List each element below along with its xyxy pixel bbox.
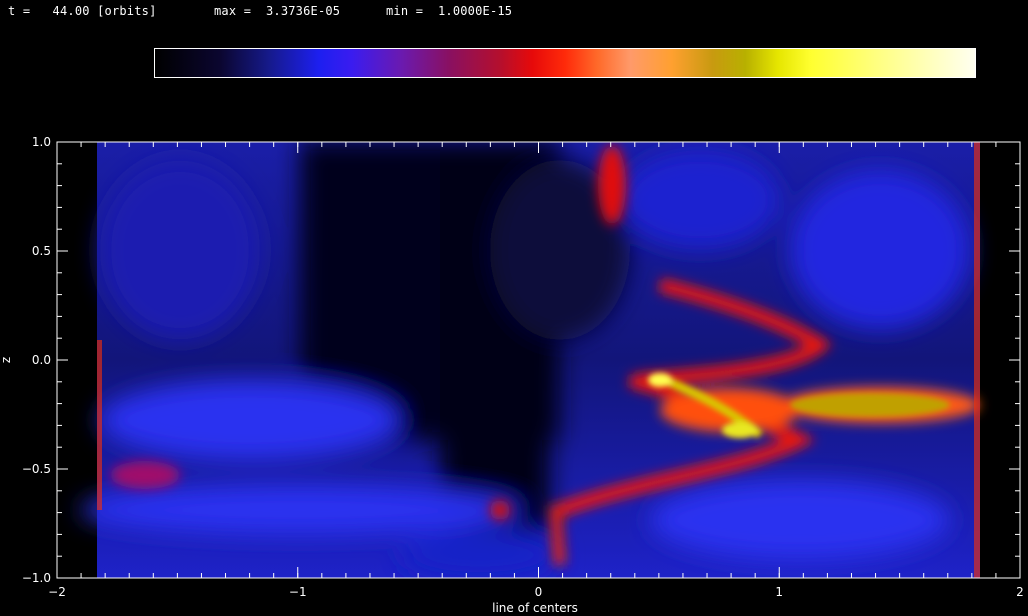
y-tick-label: 0.0 <box>32 353 51 367</box>
density-heatmap-chart: −2 −1 0 1 2 −1.0 −0.5 0.0 0.5 1.0 line of centers… <box>0 135 1024 615</box>
y-tick-label: −0.5 <box>22 462 51 476</box>
heatmap-image <box>57 142 1020 578</box>
y-tick-label: −1.0 <box>22 571 51 585</box>
y-tick-label: 1.0 <box>32 135 51 149</box>
x-tick-label: −2 <box>48 585 66 599</box>
x-tick-label: 0 <box>535 585 543 599</box>
y-axis-label: z <box>0 357 13 363</box>
x-axis-label: line of centers <box>492 601 578 615</box>
x-tick-label: −1 <box>289 585 307 599</box>
y-tick-label: 0.5 <box>32 244 51 258</box>
x-tick-label: 1 <box>775 585 783 599</box>
x-tick-label: 2 <box>1016 585 1024 599</box>
